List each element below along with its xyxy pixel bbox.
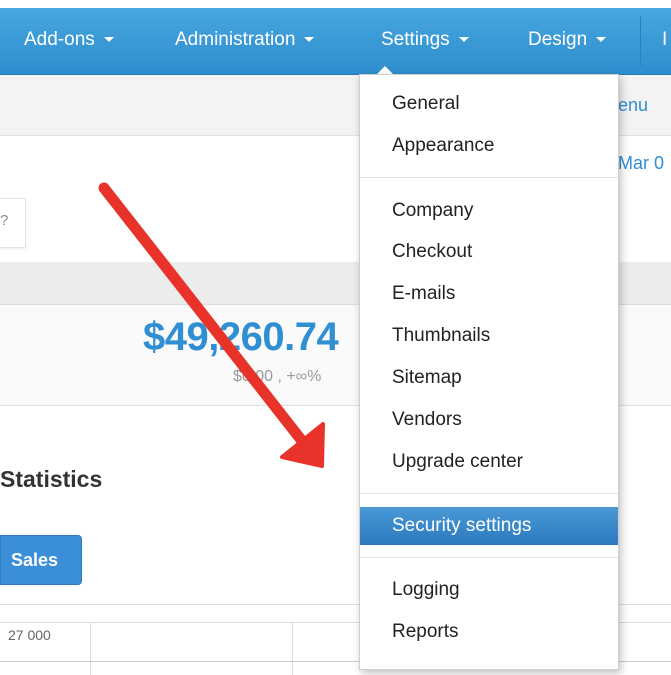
menu-divider xyxy=(360,557,618,558)
menu-item-appearance[interactable]: Appearance xyxy=(360,127,618,165)
settings-dropdown-menu: General Appearance Company Checkout E-ma… xyxy=(359,74,619,670)
menu-divider xyxy=(360,177,618,178)
menu-item-sitemap[interactable]: Sitemap xyxy=(360,359,618,397)
menu-item-security-settings[interactable]: Security settings xyxy=(360,507,618,545)
menu-item-company[interactable]: Company xyxy=(360,192,618,230)
menu-item-thumbnails[interactable]: Thumbnails xyxy=(360,317,618,355)
menu-item-upgrade-center[interactable]: Upgrade center xyxy=(360,443,618,481)
menu-divider xyxy=(360,493,618,494)
menu-item-logging[interactable]: Logging xyxy=(360,571,618,609)
menu-item-reports[interactable]: Reports xyxy=(360,613,618,651)
menu-item-general[interactable]: General xyxy=(360,85,618,123)
menu-item-checkout[interactable]: Checkout xyxy=(360,233,618,271)
menu-item-vendors[interactable]: Vendors xyxy=(360,401,618,439)
menu-item-emails[interactable]: E-mails xyxy=(360,275,618,313)
